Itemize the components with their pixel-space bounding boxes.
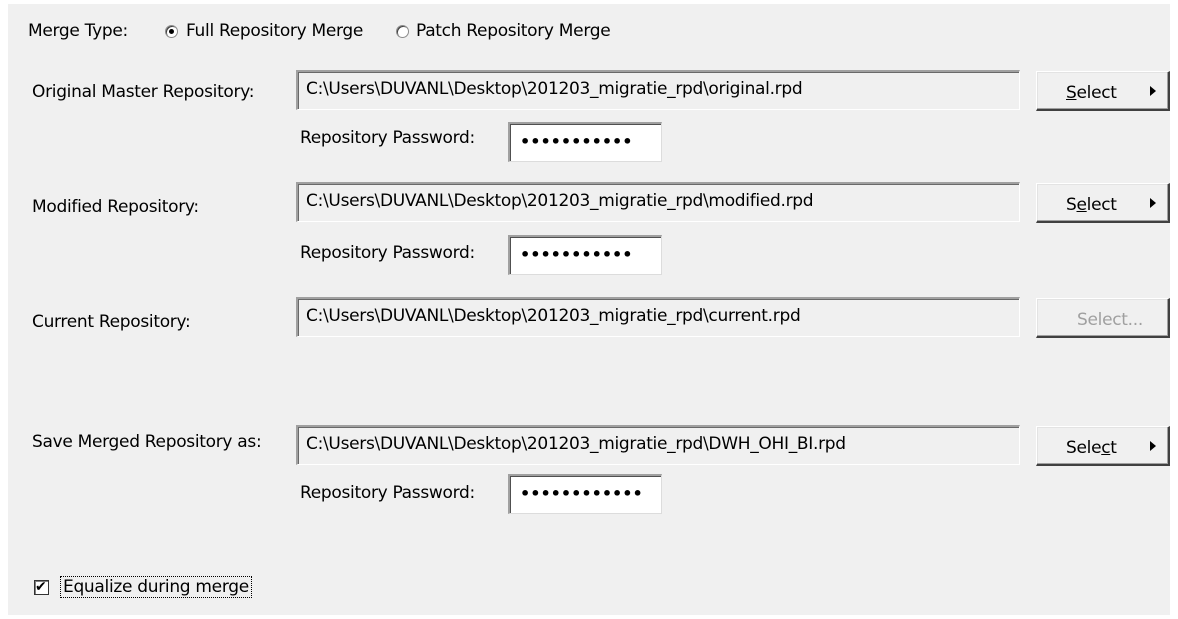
original-repository-label: Original Master Repository:: [32, 82, 255, 102]
full-merge-radio[interactable]: [165, 25, 178, 38]
save-as-path-field[interactable]: C:\Users\DUVANL\Desktop\201203_migratie_…: [296, 425, 1020, 465]
patch-merge-radio[interactable]: [396, 25, 409, 38]
original-password-field[interactable]: •••••••••••: [508, 122, 662, 162]
modified-path-field[interactable]: C:\Users\DUVANL\Desktop\201203_migratie_…: [296, 182, 1020, 222]
current-path-field[interactable]: C:\Users\DUVANL\Desktop\201203_migratie_…: [296, 297, 1020, 337]
triangle-right-icon: [1150, 86, 1156, 96]
radio-selected-dot: [169, 29, 174, 34]
select-button-label: Select: [1066, 83, 1117, 103]
modified-password-label: Repository Password:: [300, 243, 475, 263]
triangle-right-icon: [1150, 198, 1156, 208]
original-path-field[interactable]: C:\Users\DUVANL\Desktop\201203_migratie_…: [296, 70, 1020, 110]
current-repository-label: Current Repository:: [32, 312, 191, 332]
save-as-password-field[interactable]: ••••••••••••: [508, 474, 662, 514]
patch-merge-label[interactable]: Patch Repository Merge: [416, 21, 611, 41]
current-select-button: Select...: [1036, 298, 1170, 338]
save-as-select-button[interactable]: Select: [1036, 426, 1170, 466]
select-button-label: Select...: [1077, 310, 1143, 330]
equalize-label[interactable]: Equalize during merge: [60, 576, 252, 598]
modified-password-field[interactable]: •••••••••••: [508, 235, 662, 275]
merge-type-label: Merge Type:: [28, 21, 128, 41]
equalize-checkbox[interactable]: ✔: [34, 579, 49, 595]
select-button-label: Select: [1066, 195, 1117, 215]
original-select-button[interactable]: Select: [1036, 71, 1170, 111]
select-button-label: Select: [1066, 438, 1117, 458]
triangle-right-icon: [1150, 441, 1156, 451]
save-as-label: Save Merged Repository as:: [32, 432, 262, 452]
full-merge-label[interactable]: Full Repository Merge: [186, 21, 363, 41]
modified-select-button[interactable]: Select: [1036, 183, 1170, 223]
checkmark-icon: ✔: [35, 579, 47, 595]
modified-repository-label: Modified Repository:: [32, 197, 199, 217]
save-as-password-label: Repository Password:: [300, 483, 475, 503]
original-password-label: Repository Password:: [300, 128, 475, 148]
